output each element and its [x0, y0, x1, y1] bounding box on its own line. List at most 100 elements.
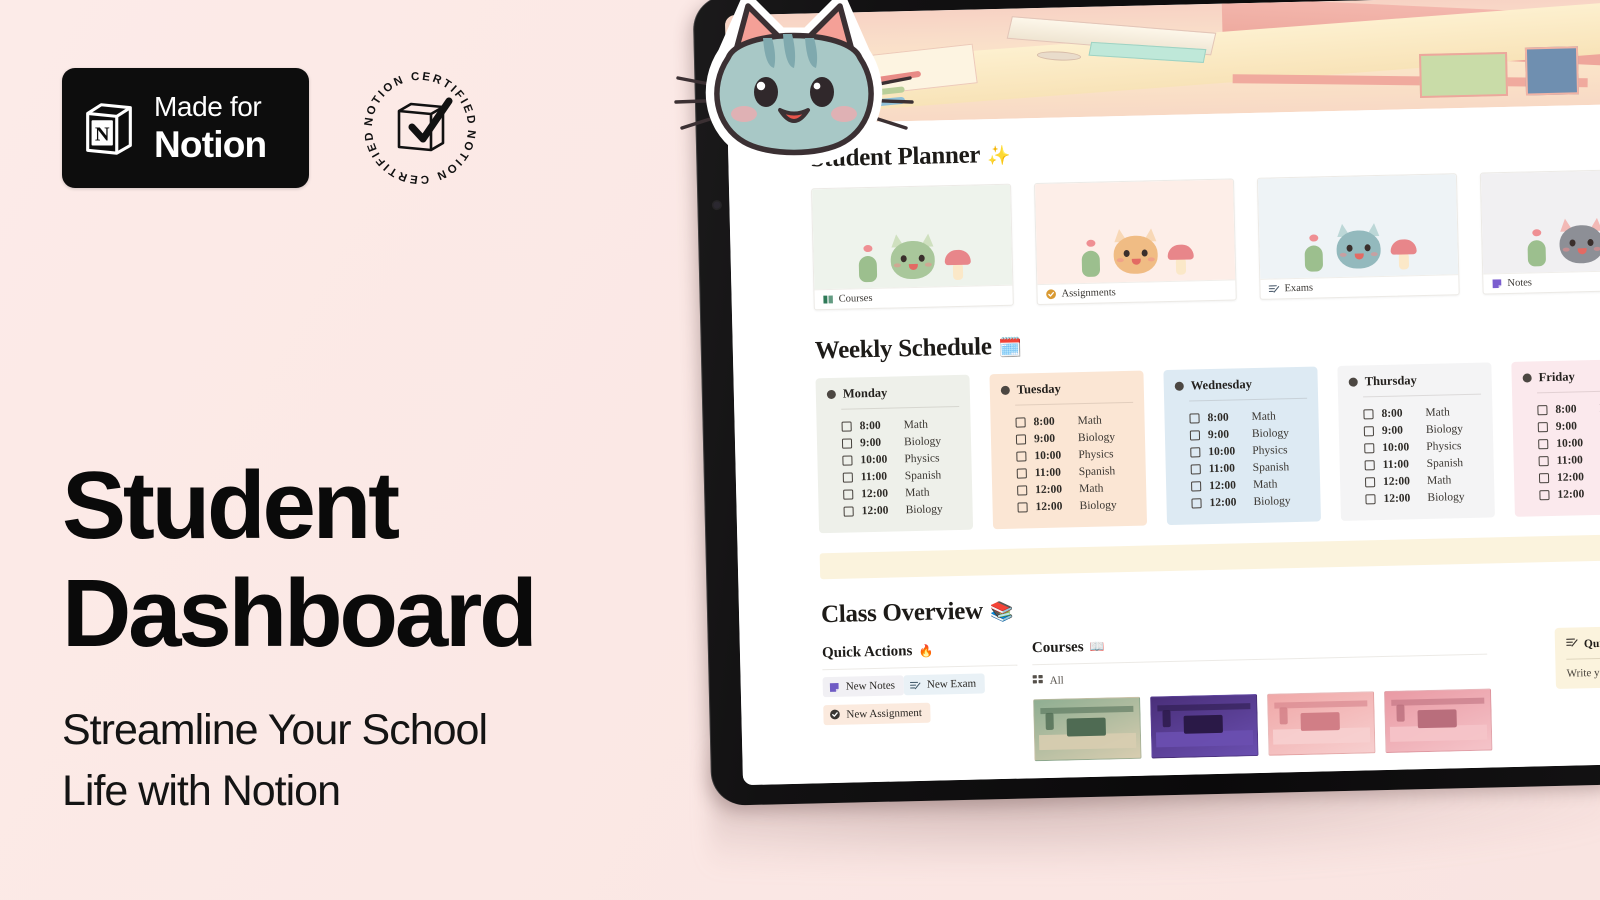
- schedule-slot-subject: Math: [903, 418, 929, 431]
- schedule-slot-time: 11:00: [1556, 453, 1583, 467]
- schedule-slot[interactable]: 10:00 Physics: [1524, 433, 1600, 453]
- schedule-slot[interactable]: 12:00 Biology: [1525, 484, 1600, 504]
- course-thumbnail[interactable]: [1384, 688, 1493, 753]
- badge-notion-label: Notion: [154, 124, 267, 165]
- weekly-schedule-heading: Weekly Schedule 🗓️: [815, 318, 1600, 365]
- weekly-schedule-days: Monday 8:00 Math 9:00 Biology 10:00 Phys…: [815, 358, 1600, 534]
- schedule-slot-checkbox[interactable]: [1538, 455, 1549, 466]
- schedule-slot[interactable]: 12:00 Math: [1525, 467, 1600, 487]
- courses-view-label: All: [1049, 674, 1064, 687]
- lines-pen-icon: [1566, 636, 1578, 651]
- quick-notes-input[interactable]: Write your quick no: [1567, 664, 1600, 680]
- schedule-slot-time: 10:00: [1208, 444, 1236, 458]
- schedule-day-header: Monday: [826, 384, 959, 409]
- page-subtitle: Streamline Your School Life with Notion: [62, 700, 488, 822]
- quick-action-button[interactable]: New Notes: [822, 675, 905, 698]
- schedule-slot-checkbox[interactable]: [1191, 497, 1202, 508]
- schedule-slot-checkbox[interactable]: [1539, 489, 1550, 500]
- schedule-slot-checkbox[interactable]: [1363, 425, 1375, 436]
- schedule-slot[interactable]: 11:00 Spanish: [1524, 450, 1600, 470]
- schedule-slot[interactable]: 8:00 Math: [1523, 399, 1600, 419]
- schedule-slot-time: 9:00: [1555, 419, 1578, 433]
- schedule-slot-checkbox[interactable]: [841, 420, 852, 432]
- schedule-slot-time: 10:00: [1034, 449, 1062, 462]
- schedule-slot-checkbox[interactable]: [1363, 408, 1374, 419]
- schedule-slot-checkbox[interactable]: [1015, 416, 1026, 428]
- schedule-slot[interactable]: 12:00 Biology: [1003, 496, 1135, 516]
- schedule-day-card: Thursday 8:00 Math 9:00 Biology 10:00 Ph…: [1337, 362, 1495, 521]
- schedule-slot-time: 8:00: [1033, 415, 1055, 428]
- cactus-illustration: [1300, 234, 1327, 272]
- schedule-slot[interactable]: 12:00 Biology: [1177, 492, 1309, 512]
- quick-notes-heading: Quick Notes 📝: [1565, 633, 1600, 660]
- quick-action-button[interactable]: New Exam: [903, 673, 986, 696]
- schedule-slot-checkbox[interactable]: [1364, 459, 1375, 470]
- page-title: Student Dashboard: [62, 452, 538, 667]
- svg-text:N: N: [95, 124, 110, 146]
- callout-banner: [819, 533, 1600, 580]
- schedule-slot-time: 10:00: [1382, 440, 1410, 454]
- lines-pen-icon: [910, 679, 921, 690]
- page-title-line-2: Dashboard: [62, 559, 538, 667]
- schedule-slot-checkbox[interactable]: [1017, 501, 1028, 513]
- planner-card[interactable]: Assignments: [1033, 178, 1237, 306]
- weekly-schedule-heading-text: Weekly Schedule: [814, 333, 992, 365]
- schedule-slot-checkbox[interactable]: [843, 505, 854, 517]
- schedule-slot-subject: Math: [1077, 414, 1102, 427]
- books-emoji: 📚: [989, 601, 1014, 624]
- schedule-slot-time: 12:00: [1209, 495, 1237, 509]
- schedule-slot-subject: Math: [1425, 405, 1450, 419]
- course-thumbnail[interactable]: [1150, 694, 1259, 759]
- schedule-slot-checkbox[interactable]: [1538, 438, 1549, 449]
- schedule-slot[interactable]: 9:00 Biology: [1524, 416, 1600, 436]
- schedule-slot-time: 8:00: [1381, 406, 1403, 420]
- schedule-slot[interactable]: 12:00 Biology: [829, 500, 961, 520]
- schedule-slot-checkbox[interactable]: [1189, 412, 1200, 424]
- schedule-slot-checkbox[interactable]: [1538, 472, 1550, 483]
- schedule-slot-checkbox[interactable]: [1537, 404, 1548, 415]
- schedule-slot-checkbox[interactable]: [843, 488, 854, 500]
- day-bullet-icon: [1174, 381, 1184, 391]
- planner-card[interactable]: Exams: [1256, 173, 1460, 300]
- schedule-slot-checkbox[interactable]: [1016, 450, 1027, 462]
- schedule-slot-checkbox[interactable]: [1017, 484, 1028, 496]
- notion-certified-seal: NOTION CERTIFIED NOTION CERTIFIED: [355, 63, 485, 193]
- quick-notes-panel: Quick Notes 📝 Write your quick no: [1554, 623, 1600, 689]
- open-book-emoji: 📖: [1089, 639, 1105, 654]
- schedule-slot-time: 12:00: [1382, 474, 1411, 488]
- schedule-slot-checkbox[interactable]: [842, 471, 853, 483]
- schedule-slot-checkbox[interactable]: [1015, 433, 1027, 445]
- schedule-slot-checkbox[interactable]: [1189, 429, 1201, 441]
- schedule-slot-checkbox[interactable]: [1191, 480, 1202, 491]
- planner-card[interactable]: Notes: [1479, 167, 1600, 295]
- schedule-slot-time: 12:00: [861, 487, 889, 500]
- schedule-slot-time: 10:00: [860, 453, 888, 466]
- schedule-slot-time: 12:00: [1557, 487, 1585, 501]
- courses-thumbnails: [1033, 688, 1493, 762]
- page-subtitle-line-1: Streamline Your School: [62, 706, 488, 754]
- course-thumbnail[interactable]: [1033, 696, 1142, 762]
- planner-gallery: Courses Assignments Exams Notes: [811, 167, 1600, 311]
- schedule-slot-time: 9:00: [1033, 432, 1056, 445]
- schedule-slot-checkbox[interactable]: [1537, 421, 1548, 432]
- schedule-slot-checkbox[interactable]: [1016, 467, 1027, 479]
- quick-action-button[interactable]: New Assignment: [823, 702, 932, 725]
- schedule-slot-checkbox[interactable]: [1365, 493, 1376, 504]
- schedule-slot-checkbox[interactable]: [1190, 446, 1201, 458]
- schedule-slot-subject: Spanish: [1426, 456, 1464, 470]
- schedule-slot-checkbox[interactable]: [842, 454, 853, 466]
- cactus-illustration: [1523, 229, 1550, 267]
- quick-action-label: New Exam: [926, 677, 977, 691]
- schedule-slot-checkbox[interactable]: [1364, 476, 1376, 487]
- schedule-slot-checkbox[interactable]: [1190, 463, 1201, 475]
- schedule-slot-checkbox[interactable]: [1364, 442, 1375, 453]
- hero-panel: N Made for Notion NOTION CERTIFIED NOTIO…: [0, 0, 700, 900]
- planner-card[interactable]: Courses: [811, 183, 1014, 311]
- course-thumbnail[interactable]: [1267, 691, 1376, 756]
- planner-card-art: [1257, 174, 1459, 279]
- courses-view-tab[interactable]: All: [1032, 664, 1488, 689]
- schedule-slot[interactable]: 12:00 Biology: [1351, 488, 1483, 508]
- planner-card-label: Courses: [838, 292, 873, 305]
- schedule-slot-time: 9:00: [859, 436, 882, 449]
- schedule-slot-checkbox[interactable]: [841, 437, 853, 449]
